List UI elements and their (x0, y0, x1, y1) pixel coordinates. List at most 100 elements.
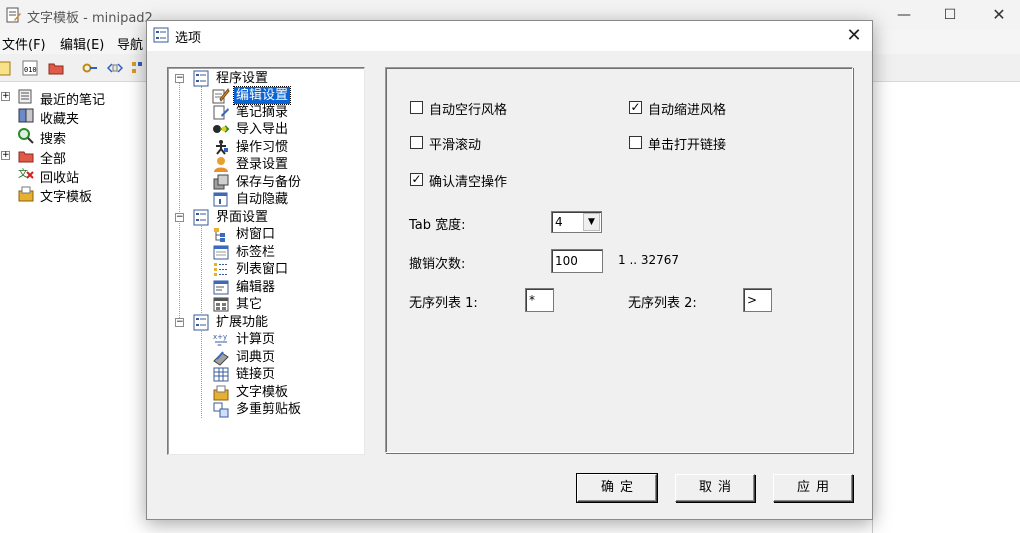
menu-edit[interactable]: 编辑(E) (60, 34, 104, 53)
key-icon[interactable] (82, 60, 98, 76)
sidebar-item-label: 收藏夹 (40, 112, 80, 127)
tree-line (201, 86, 202, 190)
new-note-icon[interactable] (0, 60, 12, 76)
options-category-tree: 程序设置 − 编辑设置 笔记摘录 导入导出 操作习惯 登录设置 保存与备份 自动… (167, 67, 365, 455)
tree-label: 文字模板 (236, 385, 289, 400)
tab-bar-icon (213, 245, 229, 260)
multi-clipboard-icon (213, 402, 229, 418)
checkbox-label: 单击打开链接 (648, 138, 727, 153)
checkbox-box[interactable] (410, 136, 423, 149)
text-template-icon (18, 186, 34, 202)
binary-icon[interactable]: 010 (22, 60, 38, 76)
tree-line (201, 331, 202, 418)
tree-label: 其它 (236, 297, 263, 312)
tree-label: 自动隐藏 (236, 192, 289, 207)
collapse-icon[interactable]: − (175, 318, 184, 327)
settings-group-icon (193, 314, 209, 331)
main-close-icon[interactable]: ✕ (976, 0, 1020, 30)
collapse-icon[interactable]: − (175, 74, 184, 83)
tree-label: 链接页 (236, 367, 276, 382)
tree-label: 登录设置 (236, 157, 289, 172)
dialog-title-bar: 选项 ✕ (147, 21, 872, 51)
link-page-icon (213, 367, 229, 382)
main-window-title: 文字模板 - minipad2 (27, 11, 153, 26)
menu-file[interactable]: 文件(F) (2, 34, 46, 53)
tab-width-label: Tab 宽度: (409, 218, 466, 233)
expand-icon[interactable]: + (1, 151, 10, 160)
tree-label: 界面设置 (216, 210, 269, 225)
svg-text:010: 010 (24, 66, 37, 74)
tab-width-select[interactable]: 4 ▼ (551, 211, 602, 233)
import-export-icon (213, 125, 230, 133)
checkbox-box[interactable]: ✓ (410, 173, 423, 186)
habits-icon (216, 140, 228, 155)
bullet2-label: 无序列表 2: (628, 296, 697, 311)
tree-line (201, 226, 202, 313)
open-folder-icon[interactable] (48, 60, 64, 76)
save-backup-icon (213, 174, 229, 190)
minipad-app-icon (6, 7, 21, 23)
sidebar-item-label: 全部 (40, 152, 67, 167)
undo-count-label: 撤销次数: (409, 257, 466, 272)
dropdown-arrow-icon[interactable]: ▼ (583, 213, 600, 231)
minimize-icon[interactable]: — (881, 0, 927, 30)
sidebar-item-label: 文字模板 (40, 190, 93, 205)
note-excerpt-icon (213, 105, 229, 120)
auto-hide-icon (213, 192, 228, 207)
options-icon (153, 27, 169, 43)
tree-window-icon (214, 228, 225, 242)
tag-code-icon[interactable] (107, 60, 123, 76)
svg-text:x+y: x+y (213, 333, 227, 341)
settings-group-icon (193, 209, 209, 226)
dialog-title: 选项 (175, 31, 202, 46)
tree-label: 列表窗口 (236, 262, 289, 277)
list-window-icon (214, 263, 228, 276)
sidebar-item-label: 最近的笔记 (40, 93, 106, 108)
other-icon (213, 297, 229, 312)
bullet2-input[interactable]: > (743, 288, 772, 312)
checkbox-box[interactable]: ✓ (629, 101, 642, 114)
menu-navigate[interactable]: 导航 (117, 34, 143, 53)
svg-text:文: 文 (18, 167, 28, 180)
editor-icon (213, 280, 229, 295)
close-icon[interactable]: ✕ (836, 21, 872, 51)
tab-width-value: 4 (555, 215, 563, 229)
grid-icon[interactable] (131, 60, 147, 76)
svg-text:=: = (217, 342, 222, 348)
maximize-icon[interactable]: ☐ (927, 0, 973, 30)
bullet1-input[interactable]: * (525, 288, 554, 312)
tree-label: 多重剪贴板 (236, 402, 302, 417)
folder-icon (18, 151, 34, 163)
recycle-bin-icon: 文 (18, 167, 34, 180)
dictionary-icon (213, 351, 229, 366)
checkbox-box[interactable] (410, 101, 423, 114)
notes-sidebar-tree: + 最近的笔记 收藏夹 搜索 + 全部 文 回收站 文字模板 (0, 84, 146, 284)
cancel-button[interactable]: 取消 (675, 474, 755, 502)
tree-label: 编辑设置 (232, 86, 292, 105)
ok-button[interactable]: 确定 (577, 474, 657, 502)
sidebar-item-label: 回收站 (40, 171, 80, 186)
search-icon (18, 128, 34, 144)
apply-button[interactable]: 应用 (773, 474, 853, 502)
checkbox-label: 平滑滚动 (429, 138, 482, 153)
calculator-icon: x+y= (213, 333, 227, 348)
checkbox-box[interactable] (629, 136, 642, 149)
undo-count-input[interactable]: 100 (551, 249, 603, 273)
settings-group-icon (193, 70, 209, 87)
expand-icon[interactable]: + (1, 92, 10, 101)
bullet1-label: 无序列表 1: (409, 296, 478, 311)
tree-label: 扩展功能 (216, 315, 269, 330)
options-dialog: 选项 ✕ 程序设置 − 编辑设置 笔记摘录 导入导出 操作习惯 登录设置 保存与… (146, 20, 873, 520)
collapse-icon[interactable]: − (175, 213, 184, 222)
login-icon (214, 157, 228, 172)
tree-label: 笔记摘录 (236, 105, 289, 120)
tree-label: 树窗口 (236, 227, 276, 242)
edit-settings-panel: 自动空行风格 ✓ 自动缩进风格 平滑滚动 单击打开链接 ✓ 确认清空操作 Tab… (385, 67, 853, 453)
tree-label: 程序设置 (216, 71, 269, 86)
tree-label: 编辑器 (236, 280, 276, 295)
checkbox-label: 确认清空操作 (429, 175, 508, 190)
text-template-icon (213, 385, 229, 401)
tree-label: 标签栏 (236, 245, 276, 260)
tree-label: 计算页 (236, 332, 276, 347)
note-list-pane (872, 84, 1020, 533)
